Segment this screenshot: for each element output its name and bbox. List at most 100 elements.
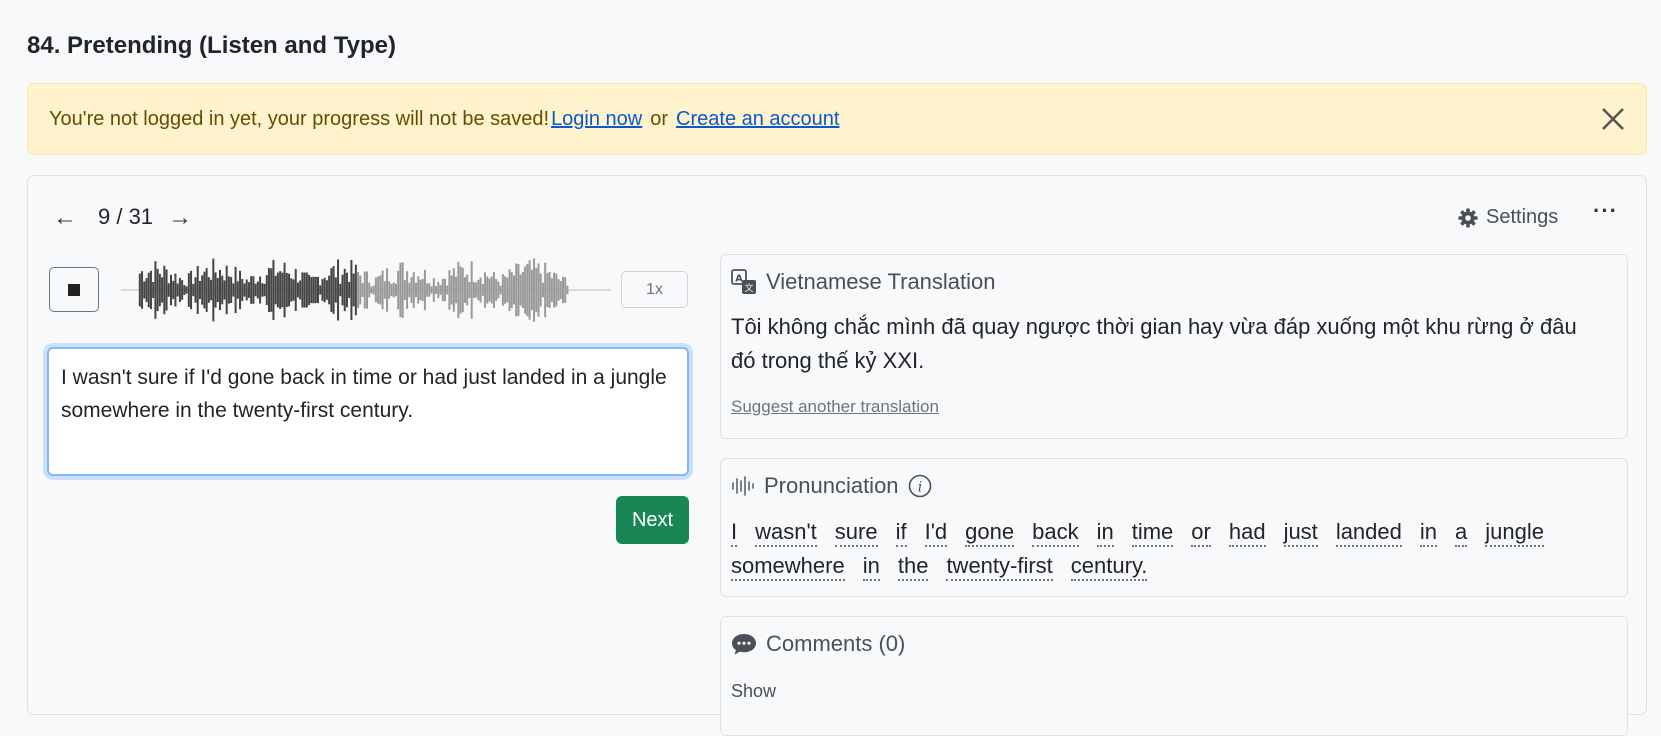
pronunciation-word[interactable]: gone [965, 519, 1015, 547]
settings-button[interactable]: Settings [1458, 206, 1558, 229]
answer-input[interactable]: I wasn't sure if I'd gone back in time o… [49, 349, 687, 474]
pronunciation-word[interactable]: landed [1335, 519, 1402, 547]
waveform-bar [305, 272, 308, 308]
arrow-right-icon[interactable]: → [168, 206, 192, 230]
waveform-bar [564, 277, 567, 303]
waveform-bar [198, 281, 201, 299]
waveform-bar [152, 281, 155, 299]
create-account-link[interactable]: Create an account [676, 108, 839, 131]
waveform-bar [466, 274, 469, 306]
waveform-bar [236, 281, 239, 299]
pronunciation-word[interactable]: century. [1070, 553, 1148, 581]
waveform-bar [281, 272, 284, 308]
waveform-bar [227, 276, 230, 304]
waveform-bar [372, 285, 375, 295]
waveform-bar [381, 270, 384, 310]
comment-icon [732, 634, 756, 655]
pronunciation-word[interactable]: wasn't [755, 519, 817, 547]
waveform-bar [519, 274, 522, 306]
pronunciation-word[interactable]: just [1283, 519, 1318, 547]
pronunciation-word[interactable]: I'd [924, 519, 948, 547]
pronunciation-word[interactable]: somewhere [731, 553, 845, 581]
pronunciation-word[interactable]: a [1455, 519, 1468, 547]
answer-box[interactable]: I wasn't sure if I'd gone back in time o… [47, 347, 689, 476]
waveform-bar [437, 281, 440, 299]
waveform-bar [452, 268, 455, 312]
pronunciation-words: Iwasn't sure if I'd gone back in time or had just l… [731, 515, 1607, 583]
comments-title: Comments (0) [766, 631, 906, 656]
waveform-bar [386, 268, 389, 312]
arrow-left-icon[interactable]: ← [53, 206, 77, 230]
pronunciation-word[interactable]: time [1131, 519, 1174, 547]
next-button[interactable]: Next [616, 496, 689, 544]
more-icon[interactable]: ··· [1593, 198, 1618, 224]
waveform-bar [163, 265, 166, 315]
waveform-bar [143, 281, 146, 299]
waveform-bar [513, 275, 515, 305]
waveform-bar [339, 283, 342, 297]
waveform-bar [455, 276, 458, 304]
waveform-bar [241, 278, 244, 302]
suggest-translation-link[interactable]: Suggest another translation [731, 397, 939, 417]
waveform-bar [419, 279, 422, 301]
pronunciation-word[interactable]: in [1096, 519, 1114, 547]
pronunciation-word[interactable]: twenty-first [946, 553, 1053, 581]
waveform-bar [562, 276, 564, 304]
pronunciation-word[interactable]: back [1032, 519, 1079, 547]
waveform-bar [428, 283, 431, 297]
waveform-bar [174, 273, 177, 307]
waveform-bar [426, 283, 429, 297]
waveform-bar [477, 279, 480, 301]
pronunciation-word[interactable]: had [1228, 519, 1266, 547]
waveform-bar [325, 280, 328, 300]
waveform-bar [187, 273, 190, 307]
close-icon[interactable] [1600, 106, 1626, 132]
waveform-bar [354, 264, 357, 316]
waveform-bar [250, 276, 253, 304]
waveform-bar [210, 279, 213, 301]
pronunciation-word[interactable]: in [862, 553, 880, 581]
pronunciation-word[interactable]: I [731, 519, 738, 547]
waveform-bar [524, 266, 527, 314]
speed-button[interactable]: 1x [621, 271, 688, 308]
waveform-bar [201, 275, 204, 305]
waveform-bar [196, 266, 199, 314]
waveform-bar [368, 282, 371, 298]
info-icon[interactable]: i [908, 474, 932, 498]
waveform-bar [245, 279, 248, 301]
waveform-bar [279, 271, 282, 309]
pronunciation-word[interactable]: the [897, 553, 929, 581]
pronunciation-word[interactable]: if [895, 519, 907, 547]
waveform-bar [308, 274, 311, 306]
login-link[interactable]: Login now [551, 108, 642, 131]
show-comments-link[interactable]: Show [731, 681, 776, 702]
pronunciation-word[interactable]: sure [834, 519, 878, 547]
waveform-bar [274, 275, 277, 305]
waveform-bar [399, 262, 402, 318]
svg-text:i: i [917, 480, 921, 496]
waveform-bar [192, 283, 195, 297]
pronunciation-panel: Pronunciation i Iwasn't sure if I'd gone back… [720, 458, 1628, 597]
waveform-bar [239, 270, 242, 310]
stop-button[interactable] [49, 267, 99, 312]
waveform-bar [161, 277, 164, 303]
waveform-bar [412, 272, 415, 308]
waveform-bar [488, 278, 491, 302]
waveform-bar [557, 279, 560, 301]
waveform-bar [343, 268, 346, 312]
pronunciation-word[interactable]: in [1419, 519, 1438, 547]
waveform-bar [508, 269, 511, 311]
waveform-bar [170, 274, 172, 306]
waveform-bar [145, 278, 148, 302]
waveform-bar [394, 283, 397, 297]
translation-text: Tôi không chắc mình đã quay ngược thời g… [731, 314, 1577, 373]
waveform-bar [265, 275, 268, 305]
pronunciation-word[interactable]: jungle [1485, 519, 1544, 547]
audio-waveform[interactable] [121, 250, 611, 330]
waveform-bar [185, 286, 188, 294]
waveform-bar [539, 273, 542, 307]
waveform-bar [464, 277, 466, 303]
waveform-bar [423, 269, 426, 311]
waveform-bar [190, 270, 193, 310]
pronunciation-word[interactable]: or [1191, 519, 1211, 547]
